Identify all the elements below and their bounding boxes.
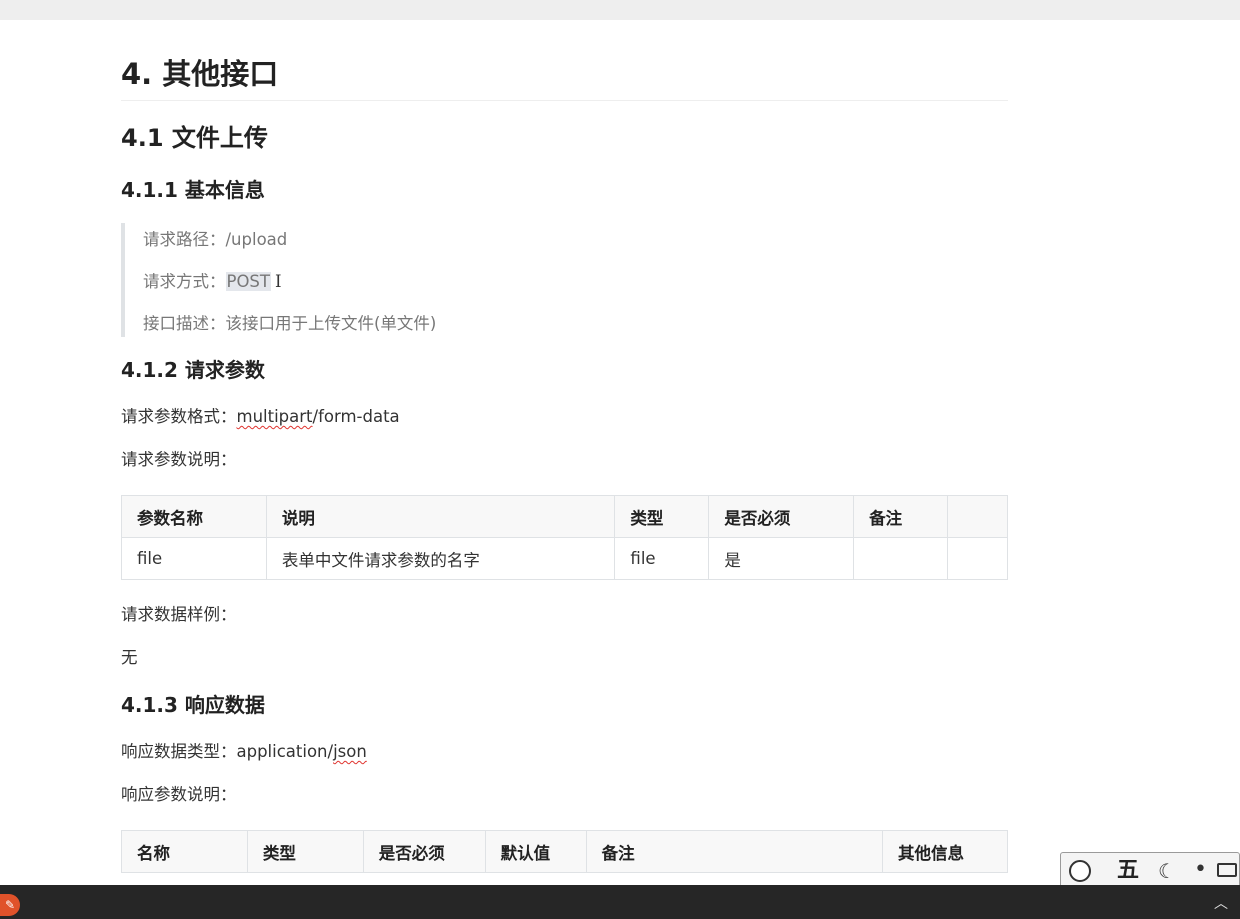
table-header-row: 参数名称 说明 类型 是否必须 备注 (121, 495, 1008, 538)
table-cell[interactable]: file (121, 537, 267, 580)
request-params-desc-label: 请求参数说明： (121, 450, 237, 469)
response-data-heading: 4.1.3 响应数据 (121, 693, 265, 717)
table-header-cell[interactable]: 是否必须 (362, 830, 486, 873)
sogou-logo-icon[interactable] (1069, 860, 1091, 882)
request-params-heading: 4.1.2 请求参数 (121, 358, 265, 382)
request-params-table: 参数名称 说明 类型 是否必须 备注 file 表单中文件请求参数的名字 fil… (121, 495, 1008, 580)
request-method-line: 请求方式：POST I (143, 270, 282, 294)
request-sample-label: 请求数据样例： (121, 605, 237, 624)
request-path-label: 请求路径： (143, 230, 226, 249)
description-line: 接口描述：该接口用于上传文件(单文件) (143, 312, 436, 336)
response-type-line: 响应数据类型：application/json (121, 740, 367, 764)
table-header-cell[interactable]: 备注 (585, 830, 884, 873)
basic-info-heading: 4.1.1 基本信息 (121, 178, 265, 202)
table-header-cell[interactable]: 默认值 (484, 830, 587, 873)
ime-toolbar[interactable]: 五 ☾ • (1060, 852, 1240, 888)
request-format-value-rest: /form-data (312, 407, 400, 426)
window-top-bar (0, 0, 1240, 20)
tray-expand-arrow-icon[interactable]: ︿ (1212, 895, 1230, 913)
table-header-cell[interactable]: 参数名称 (121, 495, 267, 538)
request-path-value: /upload (225, 230, 288, 249)
request-method-value[interactable]: POST (225, 272, 271, 291)
table-cell[interactable] (853, 537, 949, 580)
table-header-cell[interactable] (947, 495, 1008, 538)
description-value: 该接口用于上传文件(单文件) (225, 314, 437, 333)
table-header-cell[interactable]: 名称 (121, 830, 248, 873)
request-sample-value: 无 (121, 648, 138, 667)
table-row: file 表单中文件请求参数的名字 file 是 (121, 537, 1008, 580)
table-header-cell[interactable]: 说明 (265, 495, 616, 538)
heading-divider (121, 100, 1008, 101)
table-header-row: 名称 类型 是否必须 默认值 备注 其他信息 (121, 830, 1008, 873)
request-format-value-marked: multipart (236, 407, 313, 426)
table-cell[interactable]: 表单中文件请求参数的名字 (265, 537, 616, 580)
table-header-cell[interactable]: 是否必须 (708, 495, 855, 538)
punctuation-dot-icon[interactable]: • (1194, 857, 1207, 883)
table-header-cell[interactable]: 类型 (246, 830, 364, 873)
response-params-table: 名称 类型 是否必须 默认值 备注 其他信息 (121, 830, 1008, 873)
table-cell[interactable] (947, 537, 1008, 580)
response-params-desc-label: 响应参数说明： (121, 785, 237, 804)
table-header-cell[interactable]: 其他信息 (882, 830, 1008, 873)
description-label: 接口描述： (143, 314, 226, 333)
table-header-cell[interactable]: 类型 (614, 495, 710, 538)
basic-info-blockquote: 请求路径：/upload 请求方式：POST I 接口描述：该接口用于上传文件(单… (121, 223, 1008, 337)
taskbar (0, 885, 1240, 919)
response-type-value-plain: application/ (236, 742, 334, 761)
request-format-line: 请求参数格式：multipart/form-data (121, 405, 400, 429)
request-path-line: 请求路径：/upload (143, 228, 287, 252)
subsection-title: 4.1 文件上传 (121, 124, 268, 152)
section-title: 4. 其他接口 (121, 57, 279, 91)
ime-mode-indicator[interactable]: 五 (1117, 857, 1139, 885)
request-format-label: 请求参数格式： (121, 407, 237, 426)
table-cell[interactable]: file (614, 537, 710, 580)
keyboard-icon[interactable] (1217, 863, 1237, 877)
half-width-moon-icon[interactable]: ☾ (1158, 858, 1176, 884)
response-type-value-marked: json (333, 742, 367, 761)
table-cell[interactable]: 是 (708, 537, 855, 580)
request-method-label: 请求方式： (143, 272, 226, 291)
response-type-label: 响应数据类型： (121, 742, 237, 761)
table-header-cell[interactable]: 备注 (853, 495, 949, 538)
text-cursor-icon: I (275, 272, 282, 291)
